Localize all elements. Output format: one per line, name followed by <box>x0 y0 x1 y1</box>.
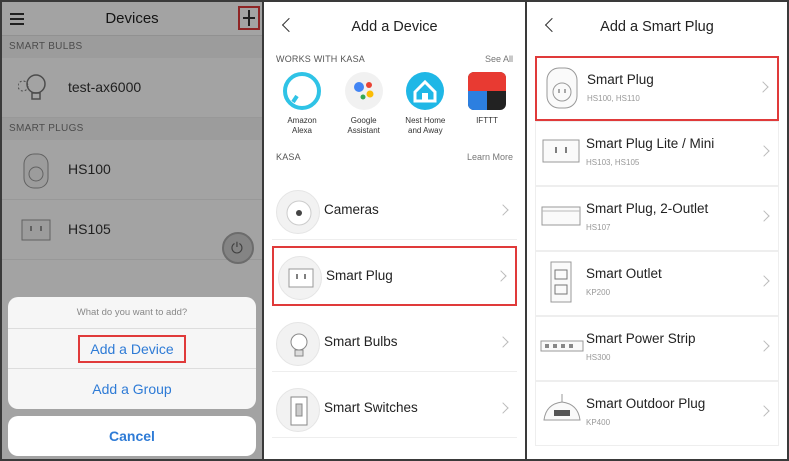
product-name: Smart Power Strip <box>586 331 696 346</box>
page-title: Add a Smart Plug <box>600 19 714 35</box>
outdoor-plug-icon <box>540 390 582 432</box>
category-label: Smart Bulbs <box>324 334 398 349</box>
outlet-icon <box>278 256 322 300</box>
works-with-header: WORKS WITH KASA See All <box>276 50 513 72</box>
camera-icon <box>276 190 320 234</box>
product-name: Smart Outdoor Plug <box>586 396 706 411</box>
smart-plug-icon <box>541 66 583 109</box>
power-strip-icon <box>540 325 584 367</box>
category-list: Cameras Smart Plug Smart Bulbs Smart Swi… <box>264 180 525 438</box>
product-item[interactable]: Smart Power Strip HS300 <box>535 316 779 381</box>
add-device-label: Add a Device <box>78 335 186 363</box>
category-cameras[interactable]: Cameras <box>272 180 517 240</box>
add-device-screen: Add a Device WORKS WITH KASA See All Ama… <box>264 2 525 459</box>
chevron-right-icon <box>758 275 770 287</box>
category-smart-bulbs[interactable]: Smart Bulbs <box>272 312 517 372</box>
product-models: HS103, HS105 <box>586 158 640 167</box>
add-group-label: Add a Group <box>92 381 172 397</box>
app-alexa[interactable]: Amazon Alexa <box>274 72 330 148</box>
product-name: Smart Plug <box>587 72 654 87</box>
chevron-right-icon <box>497 336 509 348</box>
nav-bar: Add a Device <box>264 2 525 50</box>
page-title: Add a Device <box>351 19 438 35</box>
devices-screen: Devices SMART BULBS test-ax6000 SMART PL… <box>2 2 262 459</box>
category-smart-switches[interactable]: Smart Switches <box>272 378 517 438</box>
bulb-icon <box>276 322 320 366</box>
app-label: Amazon Alexa <box>287 116 317 135</box>
chevron-right-icon <box>495 270 507 282</box>
product-list: Smart Plug HS100, HS110 Smart Plug Lite … <box>527 56 787 446</box>
see-all-link[interactable]: See All <box>485 54 513 64</box>
product-item[interactable]: Smart Plug HS100, HS110 <box>535 56 779 121</box>
app-ifttt[interactable]: IFTTT <box>459 72 515 148</box>
category-smart-plug[interactable]: Smart Plug <box>272 246 517 306</box>
two-outlet-plug-icon <box>540 195 582 237</box>
product-name: Smart Plug, 2-Outlet <box>586 201 709 216</box>
action-sheet: What do you want to add? Add a Device Ad… <box>8 297 256 409</box>
add-group-option[interactable]: Add a Group <box>8 369 256 409</box>
product-item[interactable]: Smart Plug Lite / Mini HS103, HS105 <box>535 121 779 186</box>
chevron-right-icon <box>758 210 770 222</box>
category-label: Cameras <box>324 202 379 217</box>
product-item[interactable]: Smart Outlet KP200 <box>535 251 779 316</box>
product-models: HS107 <box>586 223 611 232</box>
cancel-button[interactable]: Cancel <box>8 416 256 456</box>
product-item[interactable]: Smart Plug, 2-Outlet HS107 <box>535 186 779 251</box>
product-name: Smart Outlet <box>586 266 662 281</box>
chevron-right-icon <box>758 340 770 352</box>
product-models: KP400 <box>586 418 611 427</box>
chevron-right-icon <box>758 145 770 157</box>
product-models: HS300 <box>586 353 611 362</box>
google-assistant-icon <box>344 72 383 110</box>
app-label: IFTTT <box>476 116 498 125</box>
nest-icon <box>406 72 445 110</box>
chevron-right-icon <box>497 204 509 216</box>
product-item[interactable]: Smart Outdoor Plug KP400 <box>535 381 779 446</box>
add-smart-plug-screen: Add a Smart Plug Smart Plug HS100, HS110… <box>527 2 787 459</box>
wall-outlet-icon <box>540 260 582 303</box>
outlet-icon <box>540 130 582 172</box>
light-switch-icon <box>276 388 320 432</box>
section-label: KASA <box>276 152 301 162</box>
learn-more-link[interactable]: Learn More <box>467 152 513 162</box>
category-label: Smart Switches <box>324 400 418 415</box>
product-models: KP200 <box>586 288 611 297</box>
add-device-option[interactable]: Add a Device <box>8 329 256 369</box>
chevron-right-icon <box>758 405 770 417</box>
section-label: WORKS WITH KASA <box>276 54 366 64</box>
ifttt-icon <box>467 72 506 110</box>
chevron-right-icon <box>497 402 509 414</box>
nav-bar: Add a Smart Plug <box>527 2 787 50</box>
category-label: Smart Plug <box>326 268 393 283</box>
sheet-prompt: What do you want to add? <box>8 297 256 329</box>
app-nest[interactable]: Nest Home and Away <box>397 72 453 148</box>
app-google-assistant[interactable]: Google Assistant <box>336 72 392 148</box>
partner-apps: Amazon Alexa Google Assistant Nest Home and… <box>264 72 525 148</box>
product-name: Smart Plug Lite / Mini <box>586 136 715 151</box>
alexa-icon <box>283 72 321 110</box>
app-label: Nest Home and Away <box>405 116 446 135</box>
chevron-right-icon <box>757 81 769 93</box>
product-models: HS100, HS110 <box>587 94 640 103</box>
app-label: Google Assistant <box>347 116 380 135</box>
kasa-header: KASA Learn More <box>276 148 513 170</box>
